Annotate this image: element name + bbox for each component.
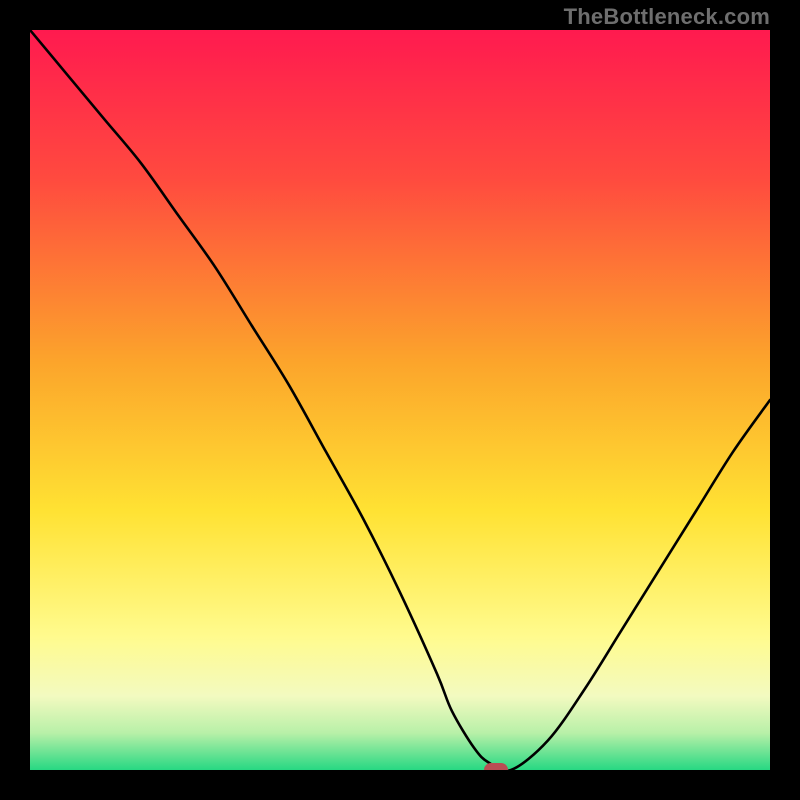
gradient-background (30, 30, 770, 770)
chart-frame: TheBottleneck.com (0, 0, 800, 800)
attribution-text: TheBottleneck.com (564, 4, 770, 30)
optimal-marker (484, 763, 508, 770)
chart-svg (30, 30, 770, 770)
plot-area (30, 30, 770, 770)
